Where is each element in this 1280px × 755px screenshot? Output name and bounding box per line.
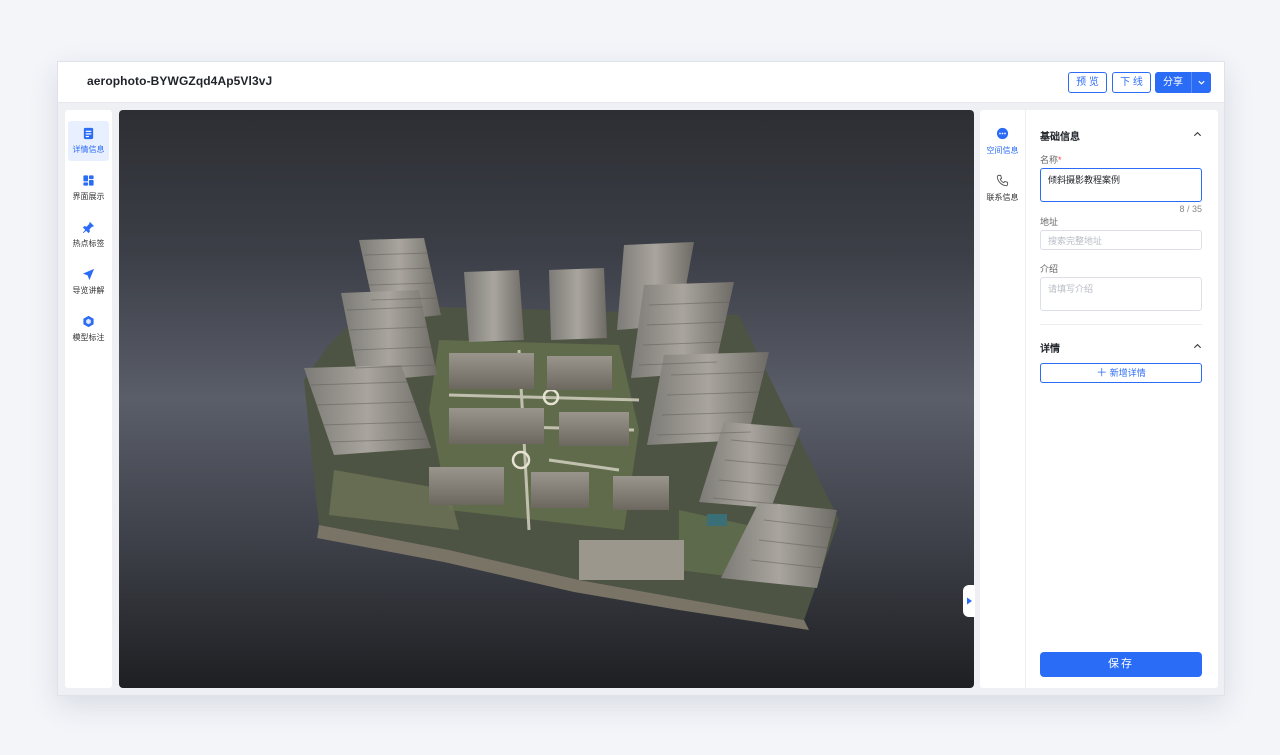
section-title-basic: 基础信息: [1040, 132, 1080, 143]
name-input[interactable]: 倾斜摄影教程案例: [1040, 168, 1202, 202]
chevron-up-icon[interactable]: [1193, 343, 1202, 349]
offline-button[interactable]: 下 线: [1112, 72, 1151, 93]
name-label: 名称*: [1040, 155, 1062, 165]
detail-icon: [83, 127, 94, 140]
sidebar-item-label: 热点标签: [72, 239, 105, 248]
share-button[interactable]: 分享: [1155, 72, 1191, 93]
name-char-counter: 8 / 35: [1179, 204, 1202, 214]
address-input[interactable]: 搜索完整地址: [1040, 230, 1202, 250]
phone-icon: [996, 174, 1009, 187]
address-placeholder: 搜索完整地址: [1048, 236, 1103, 246]
save-button[interactable]: 保存: [1040, 652, 1202, 677]
intro-textarea[interactable]: 请填写介绍: [1040, 277, 1202, 311]
properties-panel: 空间信息 联系信息 基础信息 名称* 倾斜摄影教程案例 8 / 35 地址 搜索…: [980, 110, 1218, 688]
sidebar-item-label: 导览讲解: [72, 286, 105, 295]
sidebar-item-label: 界面展示: [72, 192, 105, 201]
sidebar-item-hotspots[interactable]: 热点标签: [68, 215, 109, 255]
left-sidebar: 详情信息 界面展示 热点标签 导览讲解 模型标注: [65, 110, 112, 688]
page-title: aerophoto-BYWGZqd4Ap5Vl3vJ: [87, 74, 273, 88]
panel-collapse-toggle[interactable]: [963, 585, 975, 617]
sidebar-item-details[interactable]: 详情信息: [68, 121, 109, 161]
name-input-value: 倾斜摄影教程案例: [1048, 175, 1121, 185]
share-dropdown-toggle[interactable]: [1192, 72, 1211, 93]
top-header: aerophoto-BYWGZqd4Ap5Vl3vJ 预 览 下 线 分享: [58, 62, 1224, 103]
aerial-3d-model: [304, 238, 839, 630]
chevron-up-icon[interactable]: [1193, 131, 1202, 137]
add-detail-label: 新增详情: [1109, 368, 1146, 378]
navigation-icon: [82, 268, 95, 281]
tab-contact-info[interactable]: 联系信息: [980, 167, 1025, 207]
section-title-details: 详情: [1040, 344, 1060, 355]
tab-space-info[interactable]: 空间信息: [980, 120, 1025, 160]
layout-icon: [83, 175, 94, 186]
pin-icon: [82, 221, 95, 234]
sidebar-item-interface[interactable]: 界面展示: [68, 168, 109, 208]
intro-placeholder: 请填写介绍: [1048, 284, 1094, 294]
share-button-group: 分享: [1155, 72, 1211, 93]
chat-icon: [996, 127, 1009, 140]
sidebar-item-guide[interactable]: 导览讲解: [68, 262, 109, 302]
intro-label: 介绍: [1040, 264, 1059, 274]
caret-right-icon: [967, 597, 972, 605]
chevron-down-icon: [1198, 80, 1205, 85]
section-divider: [1040, 324, 1202, 325]
3d-model-viewer[interactable]: [119, 110, 974, 688]
sidebar-item-label: 详情信息: [72, 145, 105, 154]
sidebar-item-label: 模型标注: [72, 333, 105, 342]
plus-icon: ＋: [1096, 367, 1108, 379]
app-window: aerophoto-BYWGZqd4Ap5Vl3vJ 预 览 下 线 分享 详情…: [57, 61, 1225, 696]
sidebar-item-model-annotation[interactable]: 模型标注: [68, 309, 109, 349]
required-marker: *: [1058, 155, 1062, 165]
add-detail-button[interactable]: ＋ 新增详情: [1040, 363, 1202, 383]
model-icon: [83, 315, 94, 328]
tab-label: 联系信息: [986, 193, 1019, 202]
tab-label: 空间信息: [986, 146, 1019, 155]
address-label: 地址: [1040, 217, 1059, 227]
preview-button[interactable]: 预 览: [1068, 72, 1107, 93]
panel-subnav: 空间信息 联系信息: [980, 110, 1026, 688]
